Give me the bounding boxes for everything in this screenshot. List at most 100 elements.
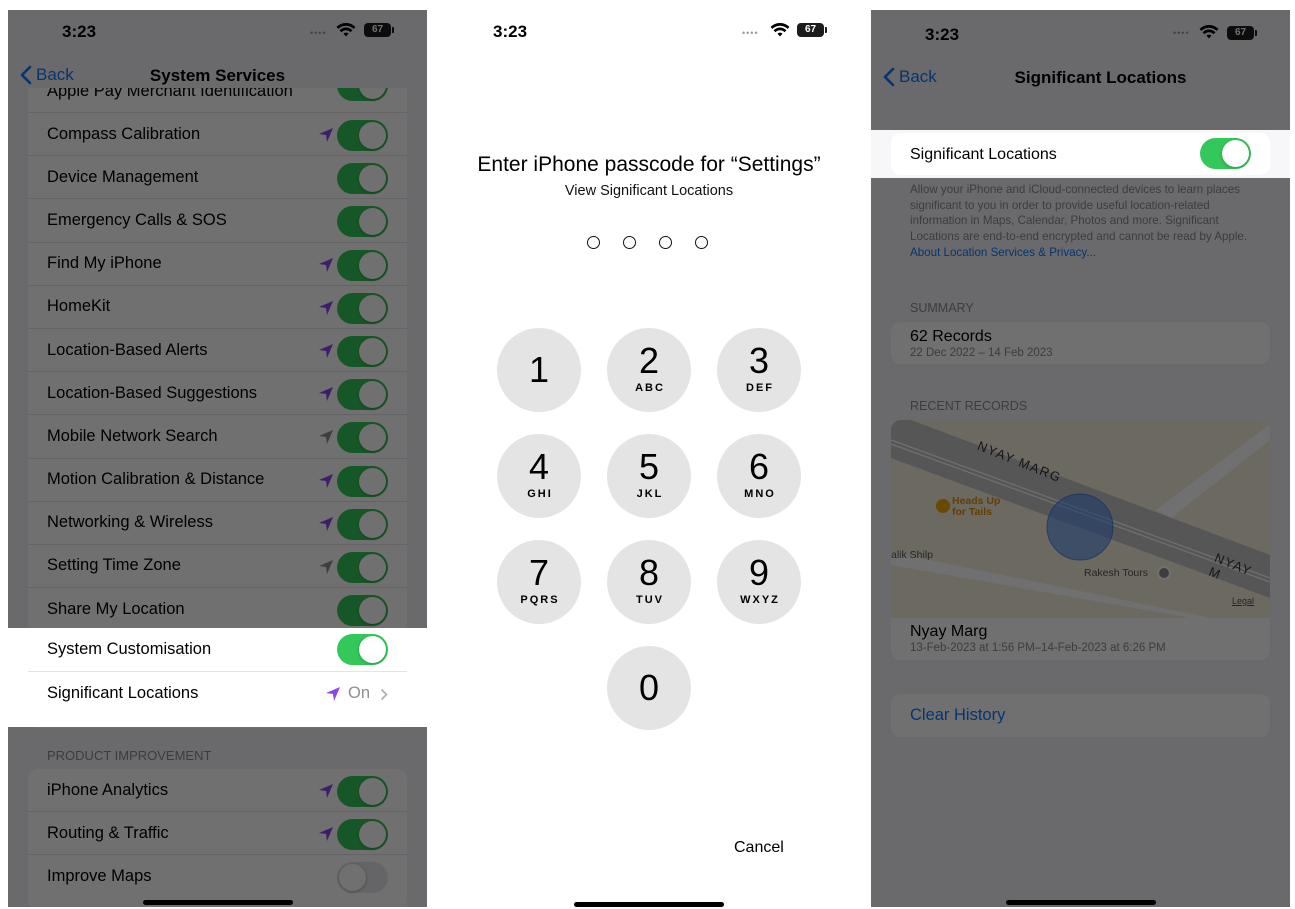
list-item[interactable]: Find My iPhone bbox=[28, 243, 407, 286]
toggle-switch[interactable] bbox=[337, 465, 388, 497]
key-digit: 4 bbox=[528, 446, 550, 487]
keypad-key-9[interactable]: 9 WXYZ bbox=[717, 540, 801, 624]
row-label: Setting Time Zone bbox=[47, 556, 181, 575]
list-item[interactable]: Motion Calibration & Distance bbox=[28, 459, 407, 502]
list-item[interactable]: Apple Pay Merchant Identification bbox=[28, 88, 407, 113]
toggle-switch[interactable] bbox=[337, 88, 388, 101]
row-label: Mobile Network Search bbox=[47, 426, 218, 445]
toggle-switch[interactable] bbox=[337, 379, 388, 411]
records-title: 62 Records bbox=[910, 328, 992, 345]
toggle-knob bbox=[359, 294, 386, 322]
key-digit: 1 bbox=[528, 349, 550, 390]
toggle-switch[interactable] bbox=[337, 862, 388, 894]
toggle-switch[interactable] bbox=[337, 292, 388, 324]
system-customisation-toggle[interactable] bbox=[337, 634, 388, 665]
list-item[interactable]: Location-Based Alerts bbox=[28, 329, 407, 373]
highlighted-rows: System Customisation Significant Locatio… bbox=[8, 628, 427, 727]
list-item[interactable]: iPhone Analytics bbox=[28, 769, 407, 813]
poi-icon bbox=[936, 499, 950, 513]
privacy-link[interactable]: About Location Services & Privacy... bbox=[910, 245, 1250, 261]
map-view[interactable]: NYAY MARG NYAY M Heads Up for Tails alik… bbox=[891, 420, 1270, 618]
keypad-key-4[interactable]: 4 GHI bbox=[497, 434, 581, 518]
row-label: Routing & Traffic bbox=[47, 823, 169, 842]
toggle-knob bbox=[359, 510, 386, 538]
list-item[interactable]: Improve Maps bbox=[28, 855, 407, 898]
key-digit: 0 bbox=[638, 667, 660, 708]
list-item[interactable]: Compass Calibration bbox=[28, 113, 407, 157]
passcode-dot bbox=[659, 236, 672, 249]
list-item[interactable]: HomeKit bbox=[28, 286, 407, 329]
chevron-right-icon bbox=[380, 688, 388, 700]
clear-history-label: Clear History bbox=[910, 706, 1006, 724]
key-digit: 2 bbox=[638, 340, 660, 381]
list-item-system-customisation[interactable]: System Customisation bbox=[28, 628, 407, 672]
toggle-switch[interactable] bbox=[337, 422, 388, 454]
toggle-knob bbox=[359, 251, 386, 279]
toggle-switch[interactable] bbox=[337, 776, 388, 807]
toggle-switch[interactable] bbox=[337, 508, 388, 540]
keypad-key-3[interactable]: 3 DEF bbox=[717, 328, 801, 412]
location-arrow-icon bbox=[319, 128, 333, 142]
home-indicator bbox=[142, 900, 293, 905]
row-label: Improve Maps bbox=[47, 867, 152, 886]
passcode-indicator bbox=[587, 236, 708, 249]
summary-card[interactable]: 62 Records 22 Dec 2022 – 14 Feb 2023 bbox=[891, 322, 1270, 364]
toggle-knob bbox=[339, 864, 366, 892]
section-header: SUMMARY bbox=[910, 301, 974, 315]
keypad-key-1[interactable]: 1 bbox=[497, 328, 581, 412]
toggle-switch[interactable] bbox=[337, 335, 388, 367]
significant-locations-screen: 3:23 •••• 67 Back Significant Locations … bbox=[871, 10, 1290, 907]
list-item[interactable]: Share My Location bbox=[28, 588, 407, 631]
poi-label: alik Shilp bbox=[891, 549, 934, 561]
list-item[interactable]: Emergency Calls & SOS bbox=[28, 199, 407, 243]
list-item-significant-locations[interactable]: Significant Locations On bbox=[28, 672, 407, 716]
toggle-switch[interactable] bbox=[337, 595, 388, 627]
row-label: Networking & Wireless bbox=[47, 513, 213, 532]
key-digit: 3 bbox=[748, 340, 770, 381]
list-item[interactable]: Device Management bbox=[28, 156, 407, 200]
row-label: HomeKit bbox=[47, 297, 111, 316]
list-item[interactable]: Networking & Wireless bbox=[28, 502, 407, 545]
keypad-key-5[interactable]: 5 JKL bbox=[607, 434, 691, 518]
keypad-key-0[interactable]: 0 bbox=[607, 646, 691, 730]
significant-locations-row[interactable]: Significant Locations bbox=[891, 133, 1270, 175]
key-letters: WXYZ bbox=[740, 594, 780, 606]
keypad-key-7[interactable]: 7 PQRS bbox=[497, 540, 581, 624]
toggle-switch[interactable] bbox=[337, 819, 388, 851]
key-digit: 6 bbox=[748, 446, 770, 487]
row-label: Location-Based Suggestions bbox=[47, 383, 258, 402]
list-item[interactable]: Location-Based Suggestions bbox=[28, 372, 407, 416]
row-label: Significant Locations bbox=[910, 146, 1057, 163]
key-digit: 5 bbox=[638, 446, 660, 487]
recent-record-card[interactable]: NYAY MARG NYAY M Heads Up for Tails alik… bbox=[891, 420, 1270, 660]
significant-value: On bbox=[347, 683, 370, 702]
home-indicator bbox=[1005, 900, 1156, 905]
place-time: 13-Feb-2023 at 1:56 PM–14-Feb-2023 at 6:… bbox=[910, 642, 1166, 654]
toggle-switch[interactable] bbox=[337, 206, 388, 238]
row-label: Emergency Calls & SOS bbox=[47, 210, 227, 229]
keypad-key-8[interactable]: 8 TUV bbox=[607, 540, 691, 624]
page-title: Significant Locations bbox=[1014, 68, 1187, 87]
list-item[interactable]: Setting Time Zone bbox=[28, 545, 407, 589]
list-item[interactable]: Mobile Network Search bbox=[28, 415, 407, 459]
key-letters: ABC bbox=[635, 382, 665, 394]
keypad-key-6[interactable]: 6 MNO bbox=[717, 434, 801, 518]
clear-history-button[interactable]: Clear History bbox=[891, 694, 1270, 737]
toggle-switch[interactable] bbox=[337, 551, 388, 583]
wifi-icon bbox=[1199, 25, 1219, 39]
toggle-switch[interactable] bbox=[337, 249, 388, 281]
location-arrow-icon bbox=[319, 430, 333, 445]
cancel-button[interactable]: Cancel bbox=[734, 839, 784, 857]
list-item[interactable]: Routing & Traffic bbox=[28, 812, 407, 856]
toggle-knob bbox=[359, 778, 386, 805]
row-label: Compass Calibration bbox=[47, 124, 201, 143]
location-arrow-icon bbox=[319, 387, 333, 402]
passcode-subtitle: View Significant Locations bbox=[564, 183, 734, 199]
toggle-knob bbox=[359, 122, 386, 149]
significant-locations-toggle[interactable] bbox=[1200, 138, 1251, 169]
keypad-key-2[interactable]: 2 ABC bbox=[607, 328, 691, 412]
toggle-switch[interactable] bbox=[337, 163, 388, 195]
legal-link[interactable]: Legal bbox=[1232, 596, 1254, 606]
toggle-switch[interactable] bbox=[337, 120, 388, 151]
status-bar: 3:23 •••• 67 bbox=[871, 10, 1290, 56]
